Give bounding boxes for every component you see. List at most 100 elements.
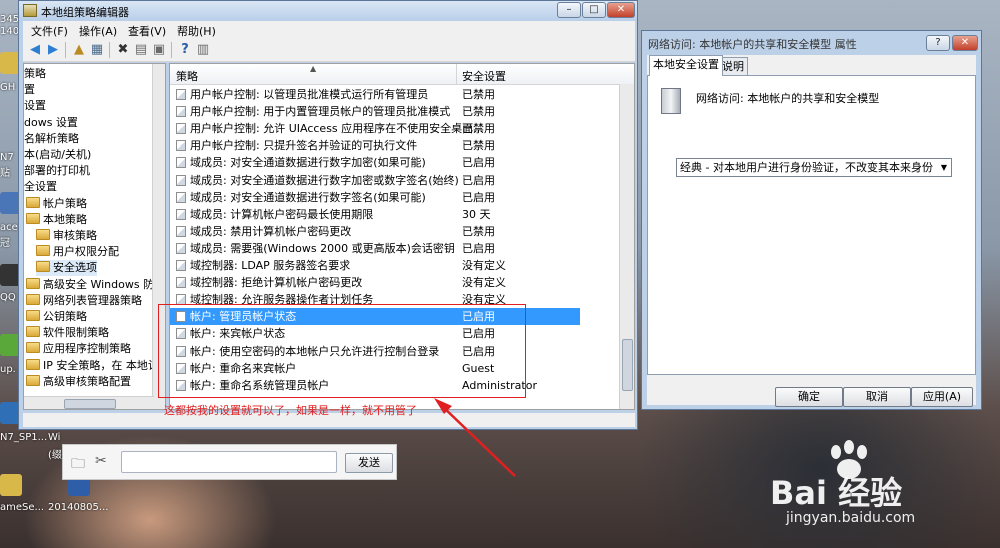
scissors-icon[interactable]: ✂ <box>95 453 107 469</box>
tree-item[interactable]: 高级审核策略配置 <box>26 374 131 390</box>
policy-row[interactable]: 域成员: 对安全通道数据进行数字签名(如果可能) 已启用 <box>170 189 620 206</box>
policy-setting: 已禁用 <box>462 105 495 119</box>
policy-icon <box>176 260 186 271</box>
policy-row[interactable]: 域成员: 需要强(Windows 2000 或更高版本)会话密钥 已启用 <box>170 240 620 257</box>
policy-setting: 没有定义 <box>462 259 506 272</box>
tree-item[interactable]: 置 <box>24 82 35 98</box>
tree-item[interactable]: 设置 <box>24 98 46 114</box>
tree-item[interactable]: 本地策略 <box>26 212 87 228</box>
toolbar: ◀ ▶ ▲ ▦ ✖ ▤ ▣ ? ▥ <box>23 39 635 62</box>
close-button[interactable]: ✕ <box>607 2 635 18</box>
list-vertical-scrollbar[interactable] <box>619 84 634 409</box>
policy-setting: 已启用 <box>462 156 495 170</box>
desktop-label: N7_SP1... <box>0 432 48 443</box>
help-icon[interactable]: ? <box>177 42 193 58</box>
desktop-label: Wi <box>48 432 61 443</box>
tree-item[interactable]: 全设置 <box>24 179 57 195</box>
chevron-down-icon[interactable]: ▼ <box>941 159 947 176</box>
properties-icon[interactable]: ▤ <box>133 42 149 58</box>
desktop-label: (缀 <box>48 450 62 461</box>
policy-row[interactable]: 域成员: 对安全通道数据进行数字加密或数字签名(始终) 已启用 <box>170 172 620 189</box>
up-folder-icon[interactable]: ▲ <box>71 42 87 58</box>
tree-item-label: 名解析策略 <box>24 131 79 145</box>
window-title: 本地组策略编辑器 <box>41 6 129 19</box>
tree-item[interactable]: 高级安全 Windows 防火 <box>26 277 165 293</box>
scroll-thumb[interactable] <box>622 339 633 391</box>
policy-row[interactable]: 域控制器: LDAP 服务器签名要求 没有定义 <box>170 257 620 274</box>
policy-icon <box>176 157 186 169</box>
tree-item[interactable]: 帐户策略 <box>26 196 87 212</box>
minimize-button[interactable]: – <box>557 2 581 18</box>
policy-row[interactable]: 用户帐户控制: 只提升签名并验证的可执行文件 已禁用 <box>170 137 620 154</box>
column-setting[interactable]: 安全设置 <box>462 68 506 84</box>
gpedit-app-icon <box>23 4 37 17</box>
tree-item-label: 高级安全 Windows 防火 <box>43 277 166 291</box>
policy-icon <box>176 140 186 152</box>
menu-view[interactable]: 查看(V) <box>128 23 166 39</box>
tree-item[interactable]: 名解析策略 <box>24 131 79 147</box>
tree-item-label: 用户权限分配 <box>53 245 119 259</box>
tree-item[interactable]: 公钥策略 <box>26 309 87 325</box>
tree-item[interactable]: 软件限制策略 <box>26 325 109 341</box>
tree-item[interactable]: 安全选项 <box>36 260 97 277</box>
chat-input[interactable] <box>121 451 337 473</box>
folder-icon[interactable]: 🗀 <box>71 453 85 477</box>
help-button[interactable]: ? <box>926 35 950 51</box>
policy-row[interactable]: 域成员: 对安全通道数据进行数字加密(如果可能) 已启用 <box>170 154 620 171</box>
tree-item[interactable]: 应用程序控制策略 <box>26 341 131 357</box>
show-tree-icon[interactable]: ▦ <box>89 42 105 58</box>
highlight-box <box>158 304 526 398</box>
menu-action[interactable]: 操作(A) <box>79 23 117 39</box>
back-arrow-icon[interactable]: ◀ <box>27 42 43 58</box>
column-divider[interactable] <box>456 64 457 84</box>
tree-item[interactable]: 策略 <box>24 66 46 82</box>
cancel-button[interactable]: 取消 <box>843 387 911 407</box>
folder-icon <box>26 358 40 370</box>
close-button[interactable]: ✕ <box>952 35 978 51</box>
tree-horizontal-scrollbar[interactable] <box>24 396 154 409</box>
tree-item[interactable]: 本(启动/关机) <box>24 147 91 163</box>
export-list-icon[interactable]: ▣ <box>151 42 167 58</box>
desktop-label: GH <box>0 82 16 93</box>
title-bar[interactable]: 本地组策略编辑器 – □ ✕ <box>19 1 637 21</box>
tree-item[interactable]: 部署的打印机 <box>24 163 90 179</box>
tree-item[interactable]: 用户权限分配 <box>36 244 119 260</box>
policy-row[interactable]: 域控制器: 拒绝计算机帐户密码更改 没有定义 <box>170 274 620 291</box>
send-button[interactable]: 发送 <box>345 453 393 473</box>
column-policy[interactable]: 策略 <box>176 68 198 84</box>
maximize-button[interactable]: □ <box>582 2 606 18</box>
view-icon[interactable]: ▥ <box>195 42 211 58</box>
policy-row[interactable]: 用户帐户控制: 以管理员批准模式运行所有管理员 已禁用 <box>170 86 620 103</box>
forward-arrow-icon[interactable]: ▶ <box>45 42 61 58</box>
tree-item[interactable]: 网络列表管理器策略 <box>26 293 142 309</box>
tree-item-label: 置 <box>24 83 35 97</box>
toolbar-separator <box>171 42 172 58</box>
apply-button[interactable]: 应用(A) <box>911 387 973 407</box>
folder-icon <box>36 229 50 240</box>
policy-row[interactable]: 域成员: 计算机帐户密码最长使用期限 30 天 <box>170 206 620 223</box>
tree-item-label: 应用程序控制策略 <box>43 342 131 356</box>
tree-item-label: 帐户策略 <box>43 196 87 210</box>
ok-button[interactable]: 确定 <box>775 387 843 407</box>
tree-item[interactable]: IP 安全策略，在 本地计 <box>26 358 159 374</box>
menu-help[interactable]: 帮助(H) <box>177 23 216 39</box>
policy-row[interactable]: 用户帐户控制: 允许 UIAccess 应用程序在不使用安全桌面... 已禁用 <box>170 120 620 137</box>
policy-name: 用户帐户控制: 只提升签名并验证的可执行文件 <box>190 139 418 153</box>
dropdown-value: 经典 - 对本地用户进行身份验证，不改变其本来身份 <box>680 161 933 174</box>
tree-item[interactable]: 审核策略 <box>36 228 97 244</box>
folder-icon <box>36 245 50 257</box>
desktop-app-icon[interactable] <box>0 474 22 496</box>
desktop-label: 冠 <box>0 238 10 249</box>
policy-name: 域成员: 需要强(Windows 2000 或更高版本)会话密钥 <box>190 241 455 255</box>
sharing-model-dropdown[interactable]: 经典 - 对本地用户进行身份验证，不改变其本来身份 ▼ <box>676 158 952 177</box>
scroll-thumb[interactable] <box>64 399 116 409</box>
policy-name: 域成员: 禁用计算机帐户密码更改 <box>190 224 352 238</box>
folder-icon <box>26 277 40 289</box>
policy-row[interactable]: 用户帐户控制: 用于内置管理员帐户的管理员批准模式 已禁用 <box>170 103 620 120</box>
menu-file[interactable]: 文件(F) <box>31 23 68 39</box>
delete-icon[interactable]: ✖ <box>115 42 131 58</box>
tree-item[interactable]: dows 设置 <box>24 115 78 131</box>
policy-row[interactable]: 域成员: 禁用计算机帐户密码更改 已禁用 <box>170 223 620 240</box>
tab-local-security-setting[interactable]: 本地安全设置 <box>649 55 723 76</box>
desktop-label: 140 <box>0 26 20 37</box>
